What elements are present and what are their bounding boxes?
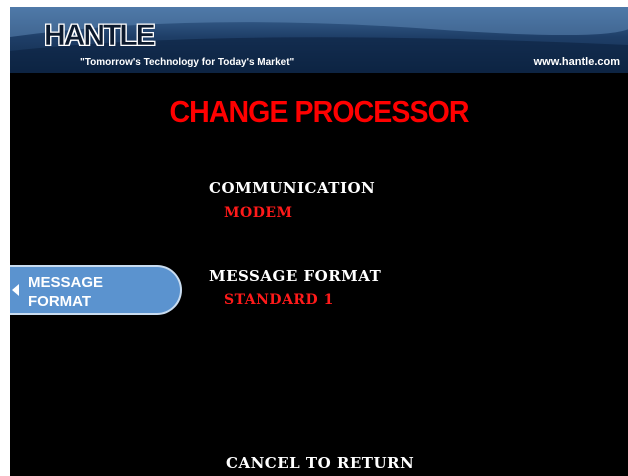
page-title: CHANGE PROCESSOR xyxy=(169,94,469,129)
communication-label: COMMUNICATION xyxy=(209,179,376,197)
message-format-button-label: MESSAGE FORMAT xyxy=(28,273,103,311)
communication-value: MODEM xyxy=(224,205,293,221)
message-format-label: MESSAGE FORMAT xyxy=(209,267,382,285)
header-banner: HANTLE "Tomorrow's Technology for Today'… xyxy=(10,7,628,73)
button-label-line1: MESSAGE xyxy=(28,274,104,291)
arrow-left-icon xyxy=(12,284,19,296)
hantle-logo: HANTLE xyxy=(44,19,156,52)
tagline: "Tomorrow's Technology for Today's Marke… xyxy=(80,57,295,68)
button-label-line2: FORMAT xyxy=(28,293,92,310)
message-format-value: STANDARD 1 xyxy=(224,292,334,308)
cancel-to-return-text: CANCEL TO RETURN xyxy=(226,454,415,472)
message-format-button[interactable]: MESSAGE FORMAT xyxy=(10,265,182,315)
website-url: www.hantle.com xyxy=(533,56,620,68)
atm-screen: HANTLE "Tomorrow's Technology for Today'… xyxy=(10,7,628,476)
